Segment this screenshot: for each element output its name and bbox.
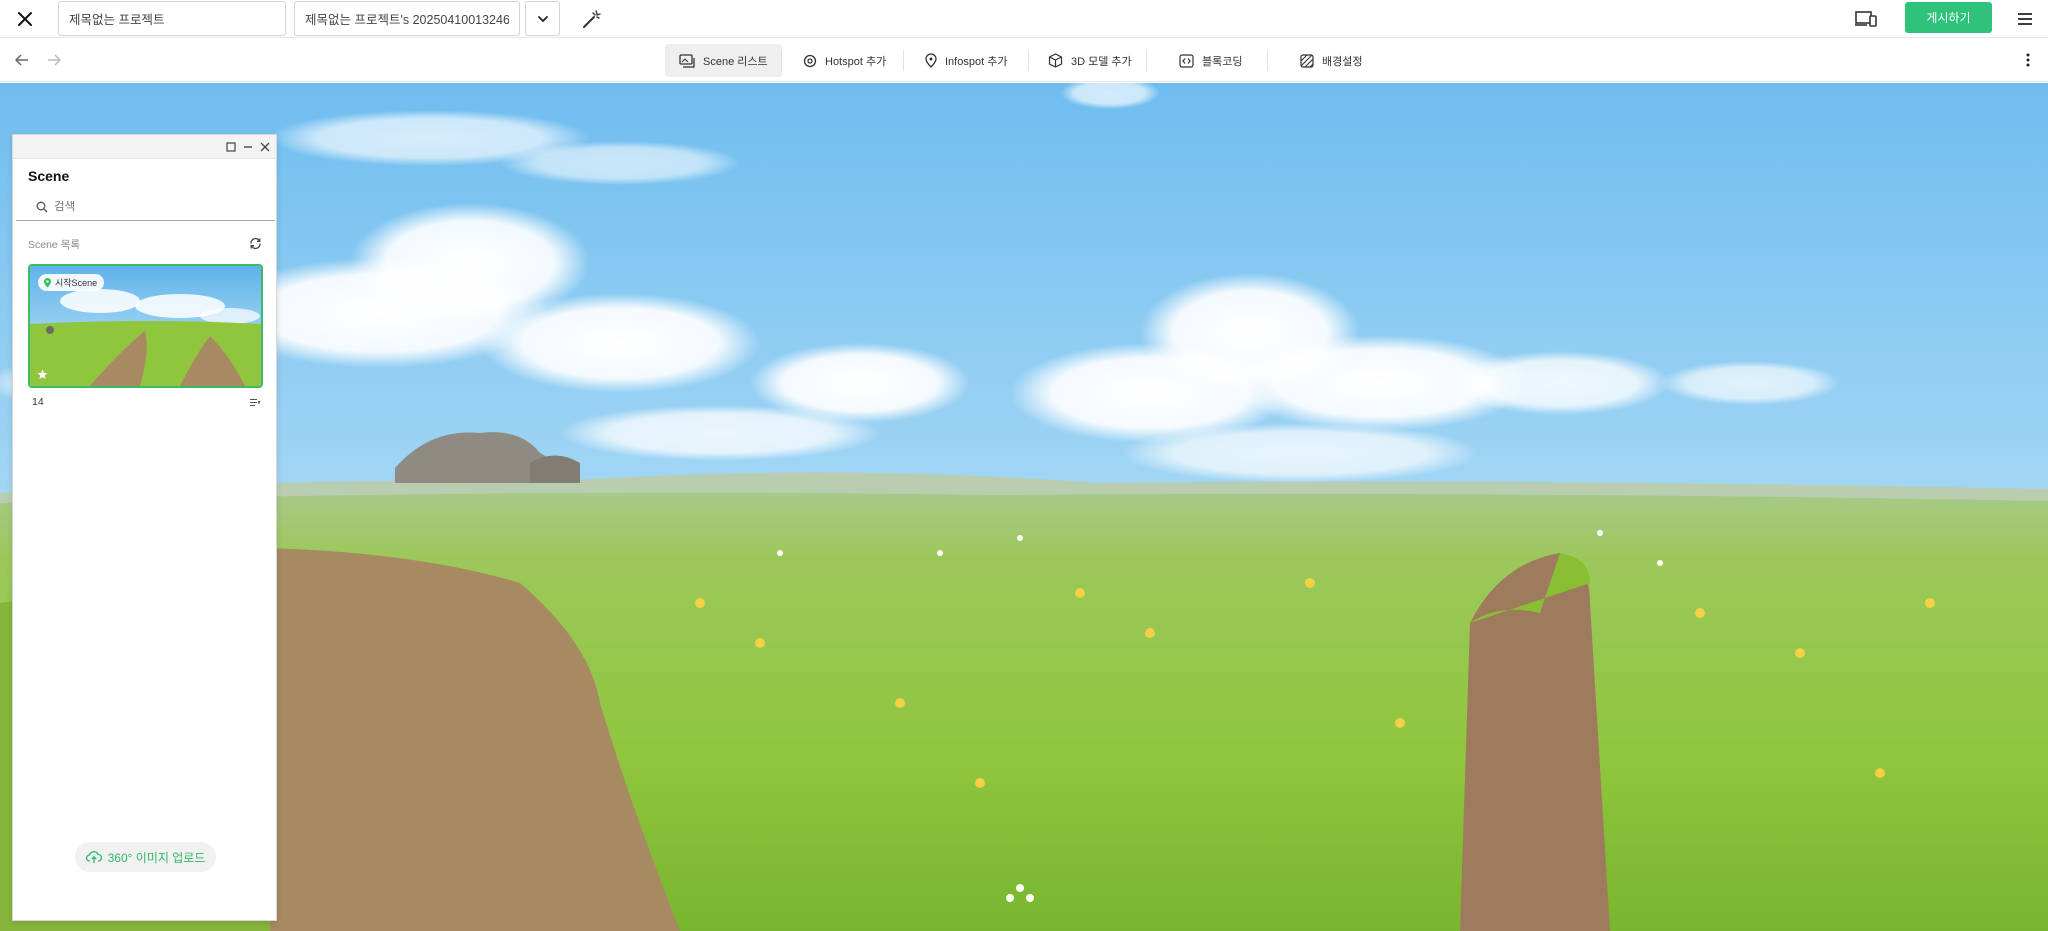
tab-scene-list-label: Scene 리스트 <box>703 55 768 68</box>
panorama-viewport[interactable] <box>0 83 2048 931</box>
tab-scene-list[interactable]: Scene 리스트 <box>665 44 782 77</box>
refresh-icon[interactable] <box>246 234 264 252</box>
upload-button-label: 360° 이미지 업로드 <box>107 850 206 865</box>
location-pin-icon <box>44 278 51 288</box>
tab-background-settings[interactable]: 배경설정 <box>1286 44 1376 77</box>
divider <box>781 50 782 71</box>
divider <box>1267 50 1268 71</box>
close-icon[interactable] <box>257 139 273 155</box>
code-block-icon <box>1179 53 1194 68</box>
version-dropdown-button[interactable] <box>525 1 560 36</box>
scene-list-icon <box>679 53 695 68</box>
tab-add-infospot[interactable]: Infospot 추가 <box>911 44 1021 77</box>
scene-search[interactable] <box>16 193 275 221</box>
undo-arrow-icon[interactable] <box>10 48 34 72</box>
infospot-icon <box>925 53 937 68</box>
divider <box>1146 50 1147 71</box>
maximize-icon[interactable] <box>223 139 239 155</box>
magic-wand-icon[interactable] <box>578 5 606 33</box>
hotspot-icon <box>803 54 817 67</box>
redo-arrow-icon[interactable] <box>42 48 66 72</box>
tab-block-coding[interactable]: 블록코딩 <box>1165 44 1256 77</box>
background-pattern-icon <box>1300 53 1314 68</box>
scene-list-label: Scene 목록 <box>28 239 81 251</box>
start-scene-badge: 시작Scene <box>38 274 105 291</box>
search-icon <box>36 201 48 212</box>
panel-title: Scene <box>28 168 70 184</box>
divider <box>903 50 904 71</box>
start-scene-badge-label: 시작Scene <box>55 278 98 288</box>
tab-block-coding-label: 블록코딩 <box>1202 55 1243 68</box>
close-icon[interactable] <box>12 6 38 32</box>
cloud-upload-icon <box>85 851 102 863</box>
tab-background-settings-label: 배경설정 <box>1322 55 1363 68</box>
hamburger-menu-icon[interactable] <box>2012 7 2038 31</box>
panel-titlebar[interactable] <box>13 135 276 159</box>
toolbar: Scene 리스트 Hotspot 추가 Infospot 추가 3D 모델 추… <box>0 39 2048 82</box>
chevron-down-icon <box>537 15 548 22</box>
publish-button[interactable]: 게시하기 <box>1905 2 1992 33</box>
search-input[interactable] <box>54 200 254 213</box>
cube-icon <box>1048 53 1063 68</box>
tab-add-3d-model-label: 3D 모델 추가 <box>1071 55 1132 68</box>
upload-360-image-button[interactable]: 360° 이미지 업로드 <box>75 842 216 872</box>
top-bar: 게시하기 <box>0 0 2048 38</box>
tab-add-hotspot-label: Hotspot 추가 <box>825 55 887 68</box>
divider <box>1028 50 1029 71</box>
more-vertical-icon[interactable] <box>2016 48 2040 72</box>
device-preview-icon[interactable] <box>1853 7 1879 31</box>
panorama-image <box>0 83 2048 931</box>
project-title-input[interactable] <box>58 1 286 36</box>
minimize-icon[interactable] <box>240 139 256 155</box>
scene-thumbnail-card[interactable]: 시작Scene <box>28 264 263 388</box>
scene-name: 14 <box>32 396 44 408</box>
version-name-input[interactable] <box>294 1 520 36</box>
scene-panel: Scene Scene 목록 시작Scene 14 <box>12 134 277 921</box>
scene-options-icon[interactable] <box>246 395 264 409</box>
tab-add-hotspot[interactable]: Hotspot 추가 <box>789 44 900 77</box>
star-icon[interactable] <box>37 369 48 380</box>
tab-add-infospot-label: Infospot 추가 <box>945 55 1008 68</box>
tab-add-3d-model[interactable]: 3D 모델 추가 <box>1034 44 1146 77</box>
